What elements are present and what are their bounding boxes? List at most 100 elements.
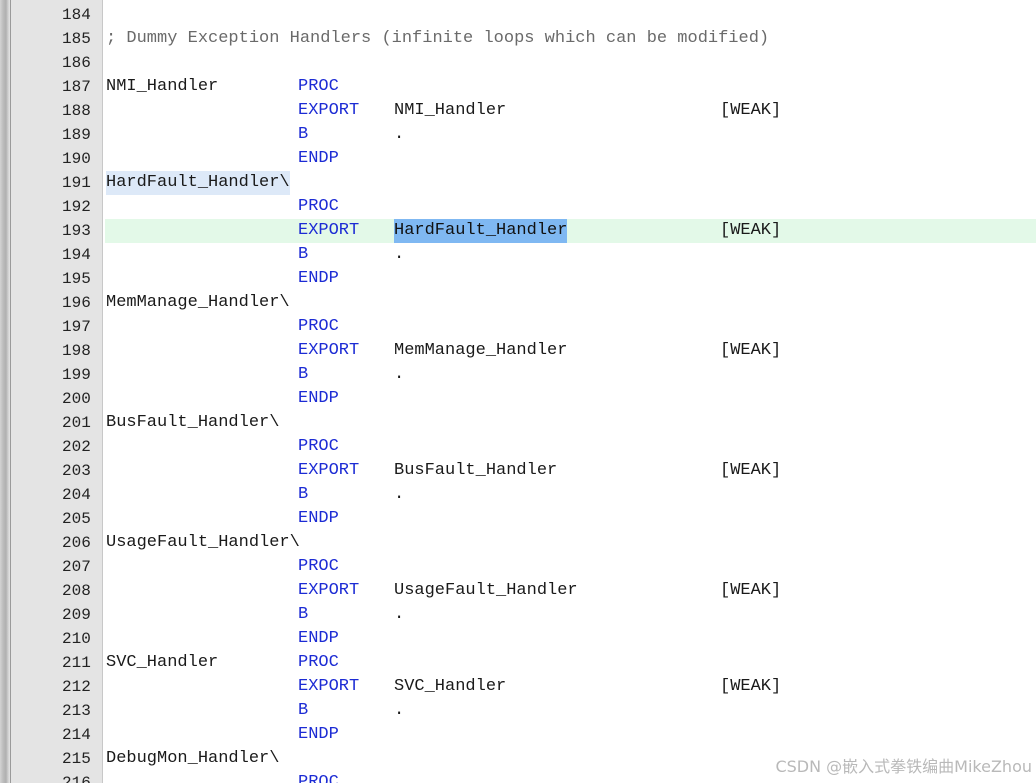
line-number: 185 [62, 30, 91, 48]
code-line[interactable]: 204 B. [0, 483, 1036, 507]
code-line[interactable]: 194 B. [0, 243, 1036, 267]
line-number: 207 [62, 558, 91, 576]
code-keyword: EXPORT [298, 221, 360, 240]
code-attribute: [WEAK] [720, 461, 782, 480]
code-keyword: PROC [298, 773, 339, 783]
line-number: 208 [62, 582, 91, 600]
code-keyword: PROC [298, 437, 339, 456]
code-line[interactable]: 185 ; Dummy Exception Handlers (infinite … [0, 27, 1036, 51]
code-keyword: B [298, 245, 309, 264]
code-line[interactable]: 198 EXPORT MemManage_Handler [WEAK] [0, 339, 1036, 363]
line-number: 204 [62, 486, 91, 504]
code-line[interactable]: 199 B. [0, 363, 1036, 387]
code-label: HardFault_Handler\ [106, 171, 290, 195]
code-operand: . [394, 485, 405, 504]
code-line[interactable]: 196 MemManage_Handler\ [0, 291, 1036, 315]
line-number: 198 [62, 342, 91, 360]
line-number: 212 [62, 678, 91, 696]
code-line[interactable]: 210 ENDP [0, 627, 1036, 651]
line-number: 211 [62, 654, 91, 672]
code-keyword: ENDP [298, 509, 339, 528]
code-line[interactable]: 205 ENDP [0, 507, 1036, 531]
code-line[interactable]: 189 B. [0, 123, 1036, 147]
code-attribute: [WEAK] [720, 341, 782, 360]
code-line[interactable]: 213 B. [0, 699, 1036, 723]
code-keyword: ENDP [298, 629, 339, 648]
code-operand: . [394, 365, 405, 384]
line-number: 197 [62, 318, 91, 336]
code-line[interactable]: 201 BusFault_Handler\ [0, 411, 1036, 435]
code-operand: NMI_Handler [394, 101, 507, 120]
line-number: 184 [62, 6, 91, 24]
code-line[interactable]: 186 [0, 51, 1036, 75]
code-line[interactable]: 211 SVC_Handler PROC [0, 651, 1036, 675]
code-keyword: ENDP [298, 389, 339, 408]
code-keyword: B [298, 125, 309, 144]
code-operand: . [394, 125, 405, 144]
code-line[interactable]: 203 EXPORT BusFault_Handler [WEAK] [0, 459, 1036, 483]
code-operand: UsageFault_Handler [394, 581, 578, 600]
code-line[interactable]: 214 ENDP [0, 723, 1036, 747]
line-number: 205 [62, 510, 91, 528]
line-number: 206 [62, 534, 91, 552]
code-keyword: EXPORT [298, 101, 360, 120]
line-number: 209 [62, 606, 91, 624]
code-label: DebugMon_Handler\ [106, 749, 280, 768]
code-keyword: B [298, 365, 309, 384]
code-label: MemManage_Handler\ [106, 293, 290, 312]
code-keyword: EXPORT [298, 341, 360, 360]
line-number: 200 [62, 390, 91, 408]
code-comment: ; Dummy Exception Handlers (infinite loo… [106, 29, 770, 48]
code-keyword: PROC [298, 197, 339, 216]
line-number: 196 [62, 294, 91, 312]
code-keyword: ENDP [298, 725, 339, 744]
code-keyword: EXPORT [298, 677, 360, 696]
code-keyword: B [298, 485, 309, 504]
code-attribute: [WEAK] [720, 677, 782, 696]
code-line[interactable]: 207 PROC [0, 555, 1036, 579]
line-number: 216 [62, 774, 91, 783]
line-number: 188 [62, 102, 91, 120]
code-label: SVC_Handler [106, 653, 219, 672]
code-keyword: B [298, 605, 309, 624]
code-keyword: PROC [298, 317, 339, 336]
code-line[interactable]: 188 EXPORT NMI_Handler [WEAK] [0, 99, 1036, 123]
code-operand: . [394, 701, 405, 720]
code-operand: MemManage_Handler [394, 341, 568, 360]
code-line[interactable]: 192 PROC [0, 195, 1036, 219]
code-line[interactable]: 187 NMI_Handler PROC [0, 75, 1036, 99]
code-line[interactable]: 209 B. [0, 603, 1036, 627]
code-attribute: [WEAK] [720, 101, 782, 120]
line-number: 189 [62, 126, 91, 144]
code-operand: BusFault_Handler [394, 461, 558, 480]
line-number: 190 [62, 150, 91, 168]
code-line[interactable]: 212 EXPORT SVC_Handler [WEAK] [0, 675, 1036, 699]
code-operand: . [394, 605, 405, 624]
code-line[interactable]: 195 ENDP [0, 267, 1036, 291]
code-attribute: [WEAK] [720, 221, 782, 240]
code-label: NMI_Handler [106, 77, 219, 96]
watermark-text: CSDN @嵌入式拳铁编曲MikeZhou [775, 757, 1032, 776]
code-keyword: PROC [298, 77, 339, 96]
code-keyword: EXPORT [298, 461, 360, 480]
code-line[interactable]: 184 [0, 3, 1036, 27]
code-line[interactable]: 190 ENDP [0, 147, 1036, 171]
line-number: 192 [62, 198, 91, 216]
code-editor[interactable]: 184 185 ; Dummy Exception Handlers (infini… [0, 0, 1036, 783]
code-line[interactable]: 208 EXPORT UsageFault_Handler [WEAK] [0, 579, 1036, 603]
code-label: BusFault_Handler\ [106, 413, 280, 432]
code-line[interactable]: 202 PROC [0, 435, 1036, 459]
code-keyword: PROC [298, 557, 339, 576]
code-line[interactable]: 197 PROC [0, 315, 1036, 339]
code-line[interactable]: 191 HardFault_Handler\ [0, 171, 1036, 195]
code-text-area[interactable]: 184 185 ; Dummy Exception Handlers (infini… [0, 3, 1036, 783]
line-number: 210 [62, 630, 91, 648]
code-label: UsageFault_Handler\ [106, 533, 300, 552]
code-line-current[interactable]: 193 EXPORT HardFault_Handler [WEAK] [0, 219, 1036, 243]
line-number: 202 [62, 438, 91, 456]
code-line[interactable]: 200 ENDP [0, 387, 1036, 411]
line-number: 187 [62, 78, 91, 96]
code-keyword: PROC [298, 653, 339, 672]
code-line[interactable]: 206 UsageFault_Handler\ [0, 531, 1036, 555]
code-keyword: ENDP [298, 269, 339, 288]
